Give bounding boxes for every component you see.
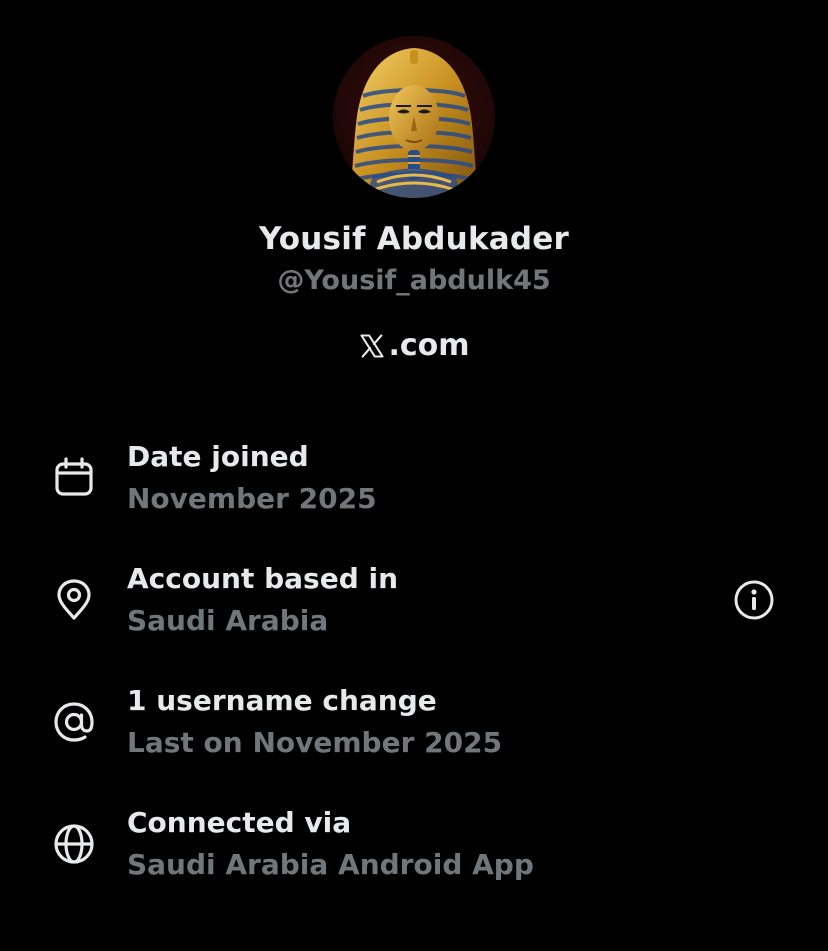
about-label: Connected via <box>127 806 352 839</box>
about-row-account-based-in: Account based in Saudi Arabia <box>0 562 828 652</box>
calendar-icon <box>55 457 93 496</box>
location-pin-icon <box>57 579 91 620</box>
about-row-date-joined: Date joined November 2025 <box>0 440 828 530</box>
avatar[interactable] <box>333 36 495 198</box>
about-row-connected-via: Connected via Saudi Arabia Android App <box>0 806 828 896</box>
username-handle[interactable]: @Yousif_abdulk45 <box>0 265 828 296</box>
about-value: Last on November 2025 <box>127 726 503 759</box>
info-icon[interactable] <box>733 579 775 621</box>
about-value: Saudi Arabia <box>127 604 329 637</box>
website-link[interactable]: .com <box>0 328 828 363</box>
website-text: .com <box>388 328 470 363</box>
about-value: November 2025 <box>127 482 377 515</box>
about-label: 1 username change <box>127 684 437 717</box>
x-logo-icon <box>360 333 385 358</box>
at-sign-icon <box>54 702 94 742</box>
about-label: Date joined <box>127 440 309 473</box>
about-label: Account based in <box>127 562 399 595</box>
display-name: Yousif Abdukader <box>258 221 569 257</box>
pharaoh-mask-avatar <box>333 36 495 198</box>
globe-icon <box>54 824 94 864</box>
about-row-username-change: 1 username change Last on November 2025 <box>0 684 828 774</box>
about-value: Saudi Arabia Android App <box>127 848 534 881</box>
